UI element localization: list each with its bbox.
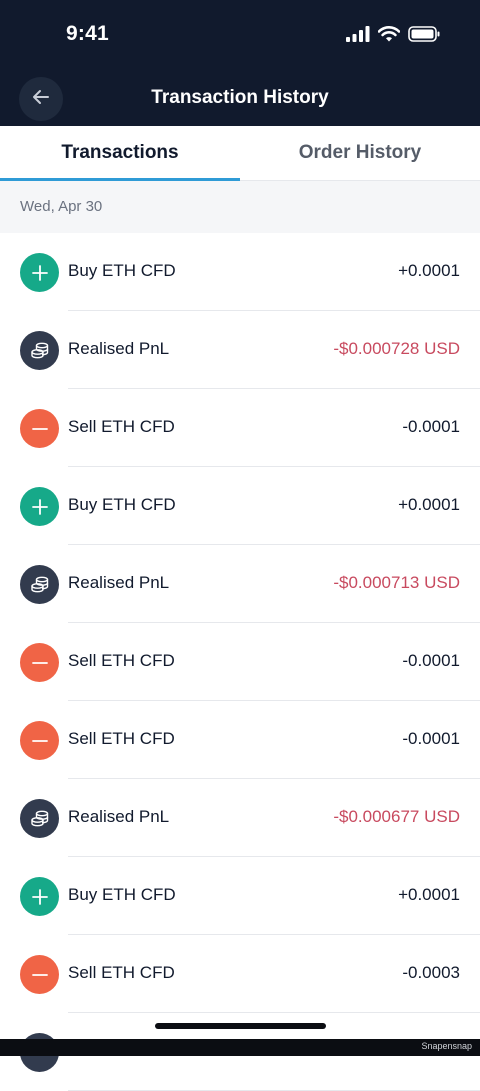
tab-order-history[interactable]: Order History bbox=[240, 126, 480, 180]
date-label: Wed, Apr 30 bbox=[20, 198, 103, 215]
transaction-label: Sell ETH CFD bbox=[68, 651, 175, 670]
home-indicator[interactable] bbox=[155, 1023, 326, 1029]
transaction-label: Buy ETH CFD bbox=[68, 885, 176, 904]
minus-icon bbox=[20, 955, 59, 994]
status-icons bbox=[346, 26, 440, 47]
minus-icon bbox=[20, 643, 59, 682]
transaction-row[interactable]: Buy ETH CFD +0.0001 bbox=[0, 467, 480, 545]
watermark: Snapensnap bbox=[421, 1041, 472, 1051]
status-time: 9:41 bbox=[66, 22, 109, 45]
transaction-label: Sell ETH CFD bbox=[68, 417, 175, 436]
wifi-icon bbox=[377, 26, 401, 47]
transaction-amount: +0.0001 bbox=[398, 495, 460, 514]
transaction-label: Buy ETH CFD bbox=[68, 495, 176, 514]
transaction-label: Sell ETH CFD bbox=[68, 729, 175, 748]
page-title: Transaction History bbox=[151, 87, 329, 108]
transaction-row[interactable]: Realised PnL -$0.000728 USD bbox=[0, 311, 480, 389]
battery-icon bbox=[408, 26, 440, 47]
transaction-row[interactable]: Sell ETH CFD -0.0001 bbox=[0, 389, 480, 467]
transaction-row[interactable]: Realised PnL -$0.000713 USD bbox=[0, 545, 480, 623]
transaction-label: Buy ETH CFD bbox=[68, 261, 176, 280]
app-header: 9:41 Transaction History bbox=[0, 0, 480, 126]
coins-icon bbox=[20, 799, 59, 838]
transaction-row[interactable]: Sell ETH CFD -0.0001 bbox=[0, 701, 480, 779]
bottom-strip: Snapensnap bbox=[0, 1039, 480, 1056]
transaction-label: Realised PnL bbox=[68, 339, 170, 358]
coins-icon bbox=[20, 565, 59, 604]
transaction-amount: -0.0003 bbox=[402, 963, 460, 982]
transaction-row[interactable]: Buy ETH CFD +0.0001 bbox=[0, 857, 480, 935]
transaction-amount: +0.0001 bbox=[398, 261, 460, 280]
transaction-amount: -0.0001 bbox=[402, 417, 460, 436]
plus-icon bbox=[20, 877, 59, 916]
transaction-amount: -0.0001 bbox=[402, 729, 460, 748]
minus-icon bbox=[20, 409, 59, 448]
transaction-amount: +0.0001 bbox=[398, 885, 460, 904]
plus-icon bbox=[20, 487, 59, 526]
plus-icon bbox=[20, 253, 59, 292]
tab-bar: Transactions Order History bbox=[0, 126, 480, 181]
transaction-amount: -0.0001 bbox=[402, 651, 460, 670]
transaction-amount: -$0.000677 USD bbox=[333, 807, 460, 826]
date-group-header: Wed, Apr 30 bbox=[0, 181, 480, 233]
transaction-label: Realised PnL bbox=[68, 573, 170, 592]
transaction-label: Sell ETH CFD bbox=[68, 963, 175, 982]
coins-icon bbox=[20, 331, 59, 370]
transaction-row[interactable]: Sell ETH CFD -0.0001 bbox=[0, 623, 480, 701]
transaction-row[interactable]: Buy ETH CFD +0.0001 bbox=[0, 233, 480, 311]
transaction-amount: -$0.000728 USD bbox=[333, 339, 460, 358]
transaction-row[interactable]: Sell ETH CFD -0.0003 bbox=[0, 935, 480, 1013]
transaction-row[interactable]: Realised PnL -$0.000677 USD bbox=[0, 779, 480, 857]
tab-transactions[interactable]: Transactions bbox=[0, 126, 240, 181]
minus-icon bbox=[20, 721, 59, 760]
signal-icon bbox=[346, 26, 370, 47]
transaction-list: Buy ETH CFD +0.0001 Realised PnL -$0.000… bbox=[0, 233, 480, 1091]
transaction-amount: -$0.000713 USD bbox=[333, 573, 460, 592]
transaction-label: Realised PnL bbox=[68, 807, 170, 826]
